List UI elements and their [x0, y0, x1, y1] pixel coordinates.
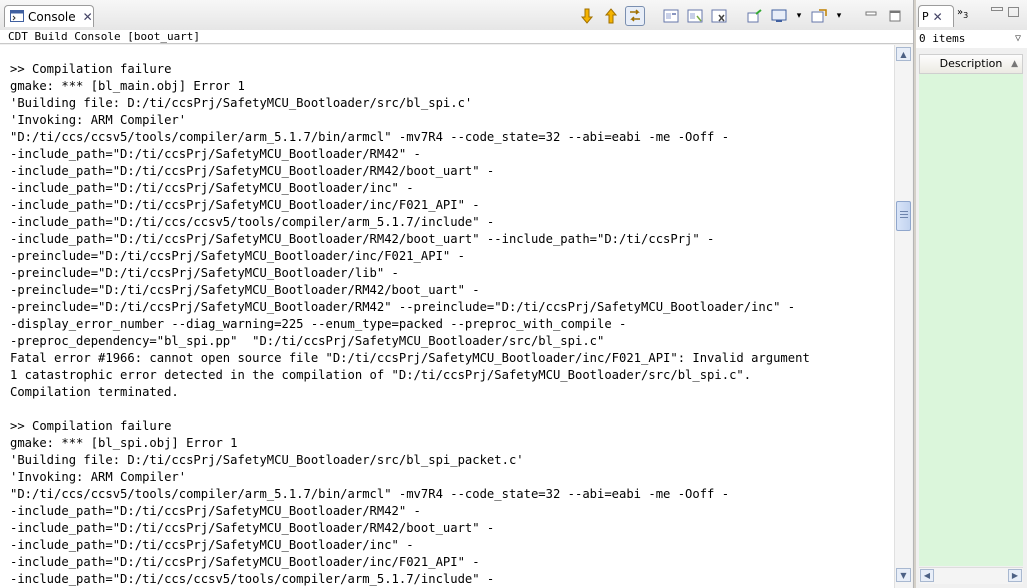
maximize-icon[interactable] [1008, 7, 1019, 17]
console-line: -include_path="D:/ti/ccsPrj/SafetyMCU_Bo… [10, 147, 421, 161]
console-line: -include_path="D:/ti/ccsPrj/SafetyMCU_Bo… [10, 164, 495, 178]
console-line: "D:/ti/ccs/ccsv5/tools/compiler/arm_5.1.… [10, 487, 730, 501]
scroll-down-arrow-icon[interactable] [577, 6, 597, 26]
scroll-right-button[interactable]: ▶ [1008, 569, 1022, 582]
scrollbar-thumb[interactable] [896, 201, 911, 231]
description-column-header[interactable]: Description ▲ [919, 54, 1023, 74]
console-icon [10, 7, 24, 26]
console-tab-label: Console [28, 9, 76, 24]
console-line: -include_path="D:/ti/ccs/ccsv5/tools/com… [10, 215, 495, 229]
console-line: -preinclude="D:/ti/ccsPrj/SafetyMCU_Boot… [10, 249, 465, 263]
console-line: Fatal error #1966: cannot open source fi… [10, 351, 810, 365]
console-line: -include_path="D:/ti/ccsPrj/SafetyMCU_Bo… [10, 198, 480, 212]
console-line: 'Building file: D:/ti/ccsPrj/SafetyMCU_B… [10, 453, 524, 467]
console-line: -include_path="D:/ti/ccsPrj/SafetyMCU_Bo… [10, 555, 480, 569]
clear-console-icon[interactable] [661, 6, 681, 26]
chevron-down-icon[interactable]: ▾ [833, 6, 845, 26]
console-line: 'Building file: D:/ti/ccsPrj/SafetyMCU_B… [10, 96, 473, 110]
console-line: -include_path="D:/ti/ccsPrj/SafetyMCU_Bo… [10, 538, 414, 552]
console-view: Console ✕ ▾ ▾ CDT Build Console [boot_ua… [0, 0, 914, 588]
overflow-tabs-button[interactable]: »3 [957, 7, 968, 20]
console-line: -preproc_dependency="bl_spi.pp" "D:/ti/c… [10, 334, 605, 348]
problems-tab-label: P [922, 10, 929, 23]
problems-view: P ✕ »3 0 items ▽ Description ▲ ◀ ▶ [916, 0, 1027, 588]
console-tab[interactable]: Console ✕ [4, 5, 94, 27]
console-line: "D:/ti/ccs/ccsv5/tools/compiler/arm_5.1.… [10, 130, 730, 144]
minimize-icon[interactable] [991, 7, 1003, 11]
console-line: -preinclude="D:/ti/ccsPrj/SafetyMCU_Boot… [10, 300, 796, 314]
horizontal-scrollbar[interactable]: ◀ ▶ [919, 567, 1023, 584]
console-tabbar: Console ✕ ▾ ▾ [0, 0, 913, 31]
console-line: -include_path="D:/ti/ccsPrj/SafetyMCU_Bo… [10, 232, 715, 246]
console-line: -preinclude="D:/ti/ccsPrj/SafetyMCU_Boot… [10, 266, 399, 280]
console-line: -include_path="D:/ti/ccsPrj/SafetyMCU_Bo… [10, 181, 414, 195]
console-line: -include_path="D:/ti/ccsPrj/SafetyMCU_Bo… [10, 521, 495, 535]
minimize-icon[interactable] [861, 6, 881, 26]
close-icon[interactable]: ✕ [933, 10, 943, 24]
scroll-up-button[interactable]: ▲ [896, 47, 911, 61]
scroll-lock-icon[interactable] [625, 6, 645, 26]
console-line: -include_path="D:/ti/ccs/ccsv5/tools/com… [10, 572, 495, 586]
console-line: 'Invoking: ARM Compiler' [10, 113, 187, 127]
problems-tab[interactable]: P ✕ [918, 5, 954, 27]
maximize-icon[interactable] [885, 6, 905, 26]
console-title: CDT Build Console [boot_uart] [0, 30, 913, 44]
close-icon[interactable]: ✕ [83, 10, 93, 24]
console-line: 1 catastrophic error detected in the com… [10, 368, 752, 382]
scroll-left-button[interactable]: ◀ [920, 569, 934, 582]
scroll-up-arrow-icon[interactable] [601, 6, 621, 26]
console-line: gmake: *** [bl_spi.obj] Error 1 [10, 436, 238, 450]
console-line: >> Compilation failure [10, 62, 172, 76]
pin-console-icon[interactable] [685, 6, 705, 26]
items-count: 0 items ▽ [916, 30, 1027, 48]
side-tabbar: P ✕ »3 [916, 0, 1027, 31]
console-line: Compilation terminated. [10, 385, 179, 399]
scroll-down-button[interactable]: ▼ [896, 568, 911, 582]
display-console-icon[interactable] [769, 6, 789, 26]
pin-icon[interactable] [745, 6, 765, 26]
vertical-scrollbar[interactable]: ▲ ▼ [894, 45, 912, 588]
remove-launch-icon[interactable] [709, 6, 729, 26]
console-output[interactable]: >> Compilation failure gmake: *** [bl_ma… [0, 45, 894, 588]
console-line: -preinclude="D:/ti/ccsPrj/SafetyMCU_Boot… [10, 283, 480, 297]
console-line: 'Invoking: ARM Compiler' [10, 470, 187, 484]
console-line: -include_path="D:/ti/ccsPrj/SafetyMCU_Bo… [10, 504, 421, 518]
chevron-down-icon[interactable]: ▾ [793, 6, 805, 26]
console-toolbar: ▾ ▾ [577, 5, 905, 27]
console-line: gmake: *** [bl_main.obj] Error 1 [10, 79, 245, 93]
console-line: -display_error_number --diag_warning=225… [10, 317, 627, 331]
console-line: >> Compilation failure [10, 419, 172, 433]
view-menu-icon[interactable]: ▽ [1015, 30, 1021, 48]
console-text: >> Compilation failure gmake: *** [bl_ma… [0, 45, 894, 588]
open-console-icon[interactable] [809, 6, 829, 26]
sort-up-icon: ▲ [1011, 59, 1018, 69]
problems-list[interactable] [919, 74, 1023, 566]
